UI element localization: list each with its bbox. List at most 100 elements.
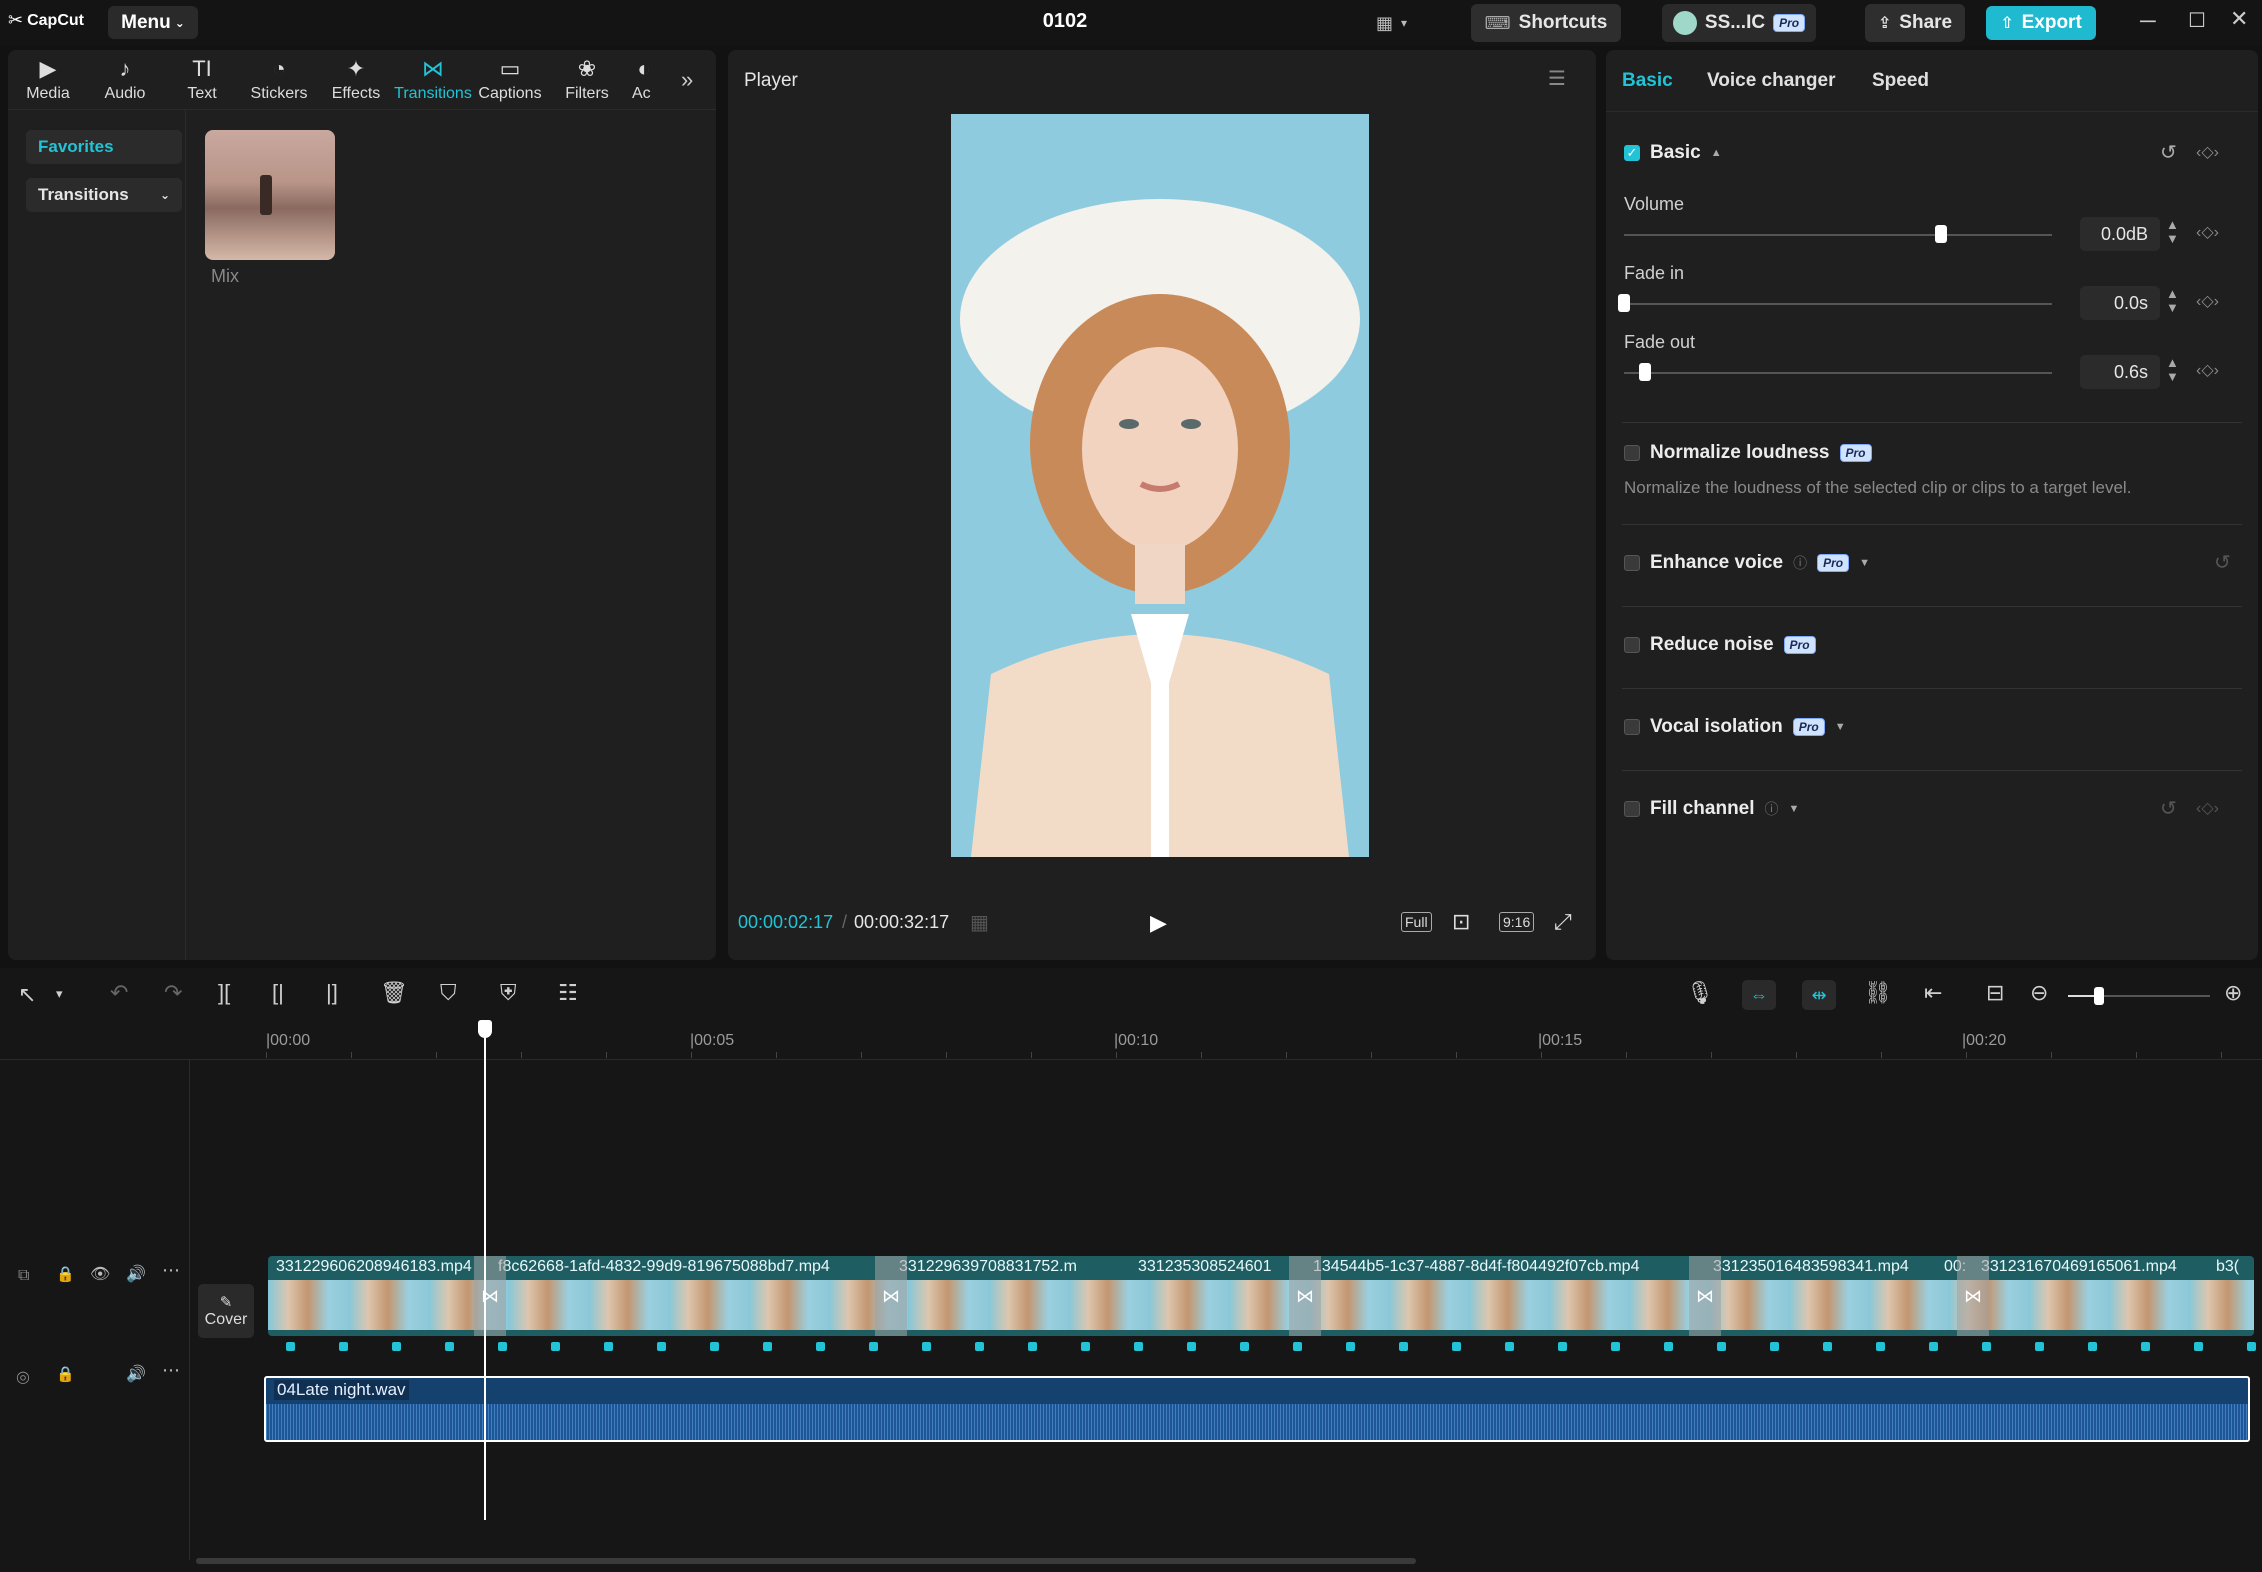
fade-out-slider-knob[interactable] [1639, 363, 1652, 381]
transition-marker[interactable]: ⋈ [1957, 1256, 1989, 1336]
reset-icon[interactable]: ↺ [2214, 550, 2231, 575]
fade-out-value[interactable]: 0.6s [2080, 355, 2160, 389]
undo-icon[interactable]: ↶ [110, 980, 128, 1006]
main-track-magnet-button[interactable]: ⇔ [1742, 980, 1776, 1010]
minimize-icon[interactable]: ─ [2140, 8, 2156, 34]
split-left-icon[interactable]: [| [272, 980, 284, 1006]
playhead[interactable] [484, 1024, 486, 1520]
enhance-voice-checkbox[interactable] [1624, 555, 1640, 571]
keyframe-icon[interactable]: ‹◇› [2196, 798, 2219, 818]
keyframe-icon[interactable]: ‹◇› [2196, 142, 2219, 162]
shield-icon[interactable]: ⛨ [500, 980, 517, 1006]
fade-in-stepper-icon[interactable]: ▲ ▼ [2166, 287, 2179, 315]
tool-effects[interactable]: ✦ Effects [321, 56, 391, 103]
split-icon[interactable]: ][ [218, 980, 230, 1006]
shortcuts-button[interactable]: ⌨ Shortcuts [1471, 4, 1621, 42]
maximize-icon[interactable]: ☐ [2188, 8, 2206, 33]
normalize-loudness-row[interactable]: Normalize loudness Pro [1624, 442, 1872, 464]
zoom-fit-icon[interactable]: ⊡ [1452, 909, 1470, 935]
play-icon[interactable]: ▶ [1150, 910, 1167, 936]
reset-icon[interactable]: ↺ [2160, 796, 2177, 821]
keyframe-icon[interactable]: ‹◇› [2196, 222, 2219, 242]
preview-axis-icon[interactable]: ⇤ [1924, 980, 1942, 1006]
tool-a[interactable]: ◐ Aс [629, 56, 659, 103]
cover-button[interactable]: ✎ Cover [198, 1284, 254, 1338]
player-menu-icon[interactable]: ☰ [1548, 66, 1566, 91]
volume-icon[interactable]: 🔊 [126, 1264, 146, 1284]
video-track[interactable]: 331229606208946183.mp4 f8c62668-1afd-4832… [268, 1256, 2254, 1336]
volume-icon[interactable]: 🔊 [126, 1364, 146, 1384]
reset-icon[interactable]: ↺ [2160, 140, 2177, 165]
lock-icon[interactable]: 🔒 [56, 1265, 75, 1283]
fill-channel-checkbox[interactable] [1624, 801, 1640, 817]
reduce-noise-checkbox[interactable] [1624, 637, 1640, 653]
timecode-grid-icon[interactable]: ▦ [970, 910, 989, 935]
vocal-isolation-row[interactable]: Vocal isolation Pro ▼ [1624, 716, 1846, 738]
chevron-down-icon[interactable]: ▾ [56, 986, 63, 1002]
transition-marker[interactable]: ⋈ [1289, 1256, 1321, 1336]
fade-in-value[interactable]: 0.0s [2080, 286, 2160, 320]
tool-audio[interactable]: ♪ Audio [90, 56, 160, 103]
fade-in-slider[interactable] [1624, 303, 2052, 305]
fade-in-slider-knob[interactable] [1618, 294, 1630, 312]
normalize-loudness-checkbox[interactable] [1624, 445, 1640, 461]
volume-stepper-icon[interactable]: ▲ ▼ [2166, 218, 2179, 246]
mark-icon[interactable]: ⛉ [440, 980, 457, 1006]
zoom-slider-knob[interactable] [2094, 987, 2104, 1005]
share-button[interactable]: ⇪ Share [1865, 4, 1965, 42]
redo-icon[interactable]: ↷ [164, 980, 182, 1006]
tab-speed[interactable]: Speed [1872, 70, 1929, 92]
tab-basic[interactable]: Basic [1622, 70, 1673, 92]
audio-clip[interactable]: 04Late night.wav [264, 1376, 2250, 1442]
layout-button[interactable]: ▦ ▾ [1376, 10, 1426, 36]
transition-marker[interactable]: ⋈ [875, 1256, 907, 1336]
split-right-icon[interactable]: |] [326, 980, 338, 1006]
vocal-isolation-checkbox[interactable] [1624, 719, 1640, 735]
fullscreen-icon[interactable]: ⤢ [1554, 909, 1572, 935]
link-icon[interactable]: ⛓ [1864, 980, 1892, 1006]
select-cursor-icon[interactable]: ↖ [18, 982, 36, 1008]
auto-snap-button[interactable]: ⇹ [1802, 980, 1836, 1010]
ratio-button[interactable]: 9:16 [1499, 912, 1535, 932]
enhance-voice-row[interactable]: Enhance voice ⓘ Pro ▼ [1624, 552, 1870, 574]
zoom-slider[interactable] [2068, 987, 2210, 1005]
eye-icon[interactable]: 👁 [90, 1264, 110, 1284]
tool-media[interactable]: ▶ Media [13, 56, 83, 103]
tool-transitions[interactable]: ⋈ Transitions [394, 56, 472, 103]
tool-stickers[interactable]: ◔ Stickers [244, 56, 314, 103]
tool-text[interactable]: TI Text [167, 56, 237, 103]
sidebar-item-favorites[interactable]: Favorites [26, 130, 182, 164]
more-tools-icon[interactable]: » [681, 67, 693, 93]
more-icon[interactable]: ⋯ [162, 1260, 180, 1281]
auto-caption-icon[interactable]: ☷ [558, 980, 578, 1006]
transition-marker[interactable]: ⋈ [1689, 1256, 1721, 1336]
sidebar-item-transitions[interactable]: Transitions ⌄ [26, 178, 182, 212]
fade-out-slider[interactable] [1624, 372, 2052, 374]
keyframe-icon[interactable]: ‹◇› [2196, 360, 2219, 380]
volume-slider-knob[interactable] [1934, 225, 1947, 243]
delete-icon[interactable]: 🗑 [380, 980, 408, 1006]
horizontal-scrollbar[interactable] [196, 1558, 1416, 1564]
more-icon[interactable]: ⋯ [162, 1360, 180, 1381]
microphone-icon[interactable]: 🎙 [1686, 980, 1714, 1006]
user-button[interactable]: SS...IC Pro [1662, 4, 1816, 42]
basic-section-header[interactable]: ✓ Basic ▲ [1624, 142, 1722, 164]
keyframe-icon[interactable]: ‹◇› [2196, 291, 2219, 311]
close-icon[interactable]: ✕ [2230, 6, 2248, 32]
timeline-ruler[interactable]: |00:00 |00:05 |00:10 |00:15 |00:20 [0, 1024, 2262, 1060]
volume-slider[interactable] [1624, 234, 2052, 236]
playhead-handle[interactable] [478, 1020, 492, 1038]
tool-filters[interactable]: ❀ Filters [552, 56, 622, 103]
fade-out-stepper-icon[interactable]: ▲ ▼ [2166, 356, 2179, 384]
basic-checkbox[interactable]: ✓ [1624, 145, 1640, 161]
reduce-noise-row[interactable]: Reduce noise Pro [1624, 634, 1816, 656]
tool-captions[interactable]: ▭ Captions [475, 56, 545, 103]
fill-channel-row[interactable]: Fill channel ⓘ ▼ [1624, 798, 1799, 820]
zoom-in-icon[interactable]: ⊕ [2224, 980, 2242, 1006]
lock-icon[interactable]: 🔒 [56, 1365, 75, 1383]
full-quality-button[interactable]: Full [1401, 912, 1432, 932]
fit-timeline-icon[interactable]: ⊟ [1986, 980, 2004, 1006]
volume-value[interactable]: 0.0dB [2080, 217, 2160, 251]
zoom-out-icon[interactable]: ⊖ [2030, 980, 2048, 1006]
transition-marker[interactable]: ⋈ [474, 1256, 506, 1336]
